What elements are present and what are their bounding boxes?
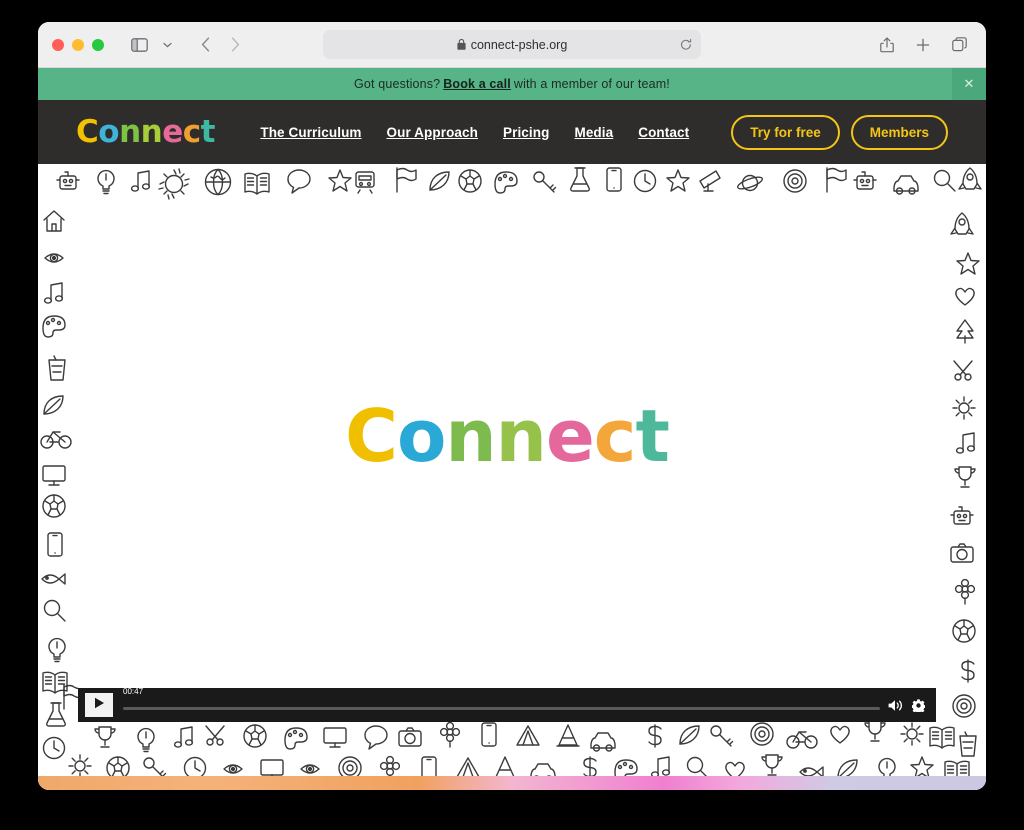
announcement-banner: Got questions? Book a call with a member… bbox=[38, 68, 986, 100]
header-buttons: Try for free Members bbox=[731, 114, 948, 150]
banner-close-button[interactable]: ✕ bbox=[952, 68, 986, 100]
video-player[interactable]: Connect 00:47 bbox=[78, 204, 936, 722]
nav-item-the-curriculum[interactable]: The Curriculum bbox=[260, 125, 361, 140]
toolbar-right-group bbox=[874, 32, 972, 58]
lock-icon bbox=[457, 39, 466, 50]
close-window-button[interactable] bbox=[52, 38, 64, 51]
web-page: Got questions? Book a call with a member… bbox=[38, 68, 986, 790]
main-navigation: The Curriculum Our Approach Pricing Medi… bbox=[260, 114, 948, 150]
browser-window: connect-pshe.org Got questions? Book a c… bbox=[38, 22, 986, 790]
members-button[interactable]: Members bbox=[850, 114, 948, 150]
video-logo-letter: c bbox=[593, 394, 637, 478]
logo-letter: t bbox=[200, 113, 216, 150]
chevron-down-icon[interactable] bbox=[154, 32, 180, 58]
reload-icon[interactable] bbox=[680, 38, 692, 51]
gear-icon[interactable] bbox=[912, 698, 925, 712]
nav-item-our-approach[interactable]: Our Approach bbox=[387, 125, 478, 140]
banner-post-text: with a member of our team! bbox=[513, 77, 670, 91]
minimize-window-button[interactable] bbox=[72, 38, 84, 51]
browser-toolbar: connect-pshe.org bbox=[38, 22, 986, 68]
video-logo-letter: C bbox=[345, 394, 398, 478]
video-logo-letter: t bbox=[635, 394, 669, 478]
logo-letter: C bbox=[76, 113, 99, 150]
site-header: Connect The Curriculum Our Approach Pric… bbox=[38, 100, 986, 164]
video-logo-letter: n bbox=[495, 394, 547, 478]
forward-arrow-icon[interactable] bbox=[224, 33, 246, 57]
video-logo-text: Connect bbox=[345, 394, 670, 478]
nav-item-contact[interactable]: Contact bbox=[638, 125, 689, 140]
video-time-label: 00:47 bbox=[123, 687, 144, 696]
navigation-arrows bbox=[194, 33, 246, 57]
volume-icon[interactable] bbox=[888, 699, 903, 712]
sidebar-toggle-icon[interactable] bbox=[126, 32, 152, 58]
video-logo: Connect bbox=[78, 400, 936, 472]
try-for-free-button[interactable]: Try for free bbox=[731, 114, 840, 150]
video-control-icons bbox=[888, 698, 925, 712]
nav-item-pricing[interactable]: Pricing bbox=[503, 125, 549, 140]
video-logo-letter: e bbox=[545, 394, 595, 478]
site-logo[interactable]: Connect bbox=[76, 113, 216, 150]
book-a-call-link[interactable]: Book a call bbox=[443, 77, 511, 91]
share-icon[interactable] bbox=[874, 32, 900, 58]
url-text: connect-pshe.org bbox=[470, 37, 568, 52]
seek-bar[interactable]: 00:47 bbox=[123, 687, 880, 722]
address-bar-container: connect-pshe.org bbox=[323, 30, 701, 59]
seek-track[interactable] bbox=[123, 706, 880, 710]
play-icon bbox=[94, 696, 105, 714]
logo-letter: o bbox=[98, 113, 120, 150]
desktop-background: connect-pshe.org Got questions? Book a c… bbox=[0, 0, 1024, 830]
logo-letter: n bbox=[119, 113, 141, 150]
banner-pre-text: Got questions? bbox=[354, 77, 441, 91]
traffic-lights bbox=[52, 38, 104, 51]
plus-icon[interactable] bbox=[910, 32, 936, 58]
video-logo-letter: n bbox=[445, 394, 496, 478]
logo-letter: e bbox=[162, 113, 183, 150]
hero-section: Connect 00:47 bbox=[38, 164, 986, 790]
video-logo-letter: o bbox=[396, 394, 446, 478]
close-icon: ✕ bbox=[963, 76, 975, 91]
play-button[interactable] bbox=[85, 693, 113, 717]
maximize-window-button[interactable] bbox=[92, 38, 104, 51]
logo-letter: n bbox=[140, 113, 163, 150]
tabs-overview-icon[interactable] bbox=[946, 32, 972, 58]
address-bar[interactable]: connect-pshe.org bbox=[323, 30, 701, 59]
toolbar-left-group bbox=[126, 32, 180, 58]
video-controls: 00:47 bbox=[78, 687, 936, 722]
back-arrow-icon[interactable] bbox=[194, 33, 216, 57]
nav-item-media[interactable]: Media bbox=[574, 125, 613, 140]
logo-letter: c bbox=[182, 113, 201, 150]
page-bottom-color-strip bbox=[38, 776, 986, 790]
